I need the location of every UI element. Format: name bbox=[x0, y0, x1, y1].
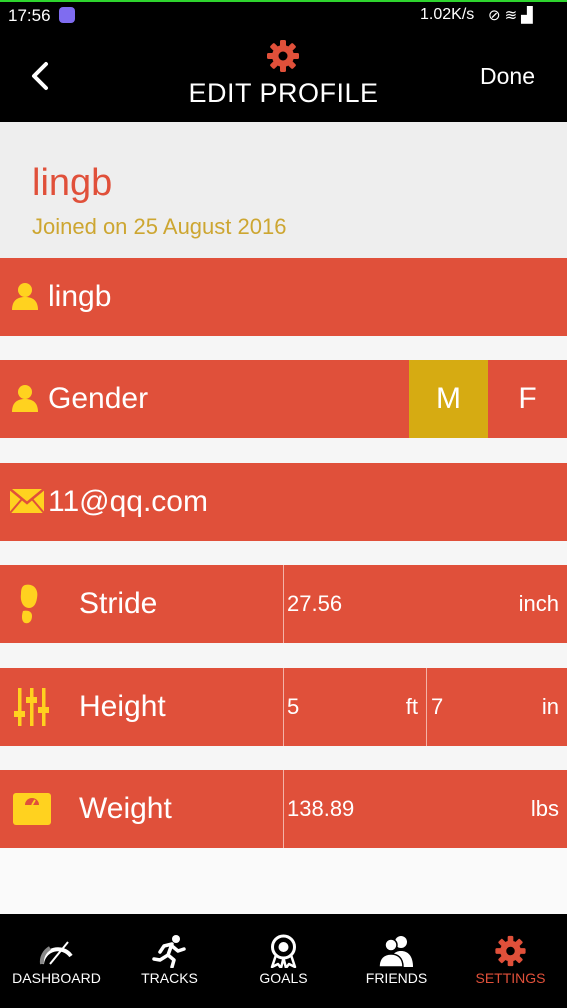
email-field[interactable]: 11@qq.com bbox=[48, 485, 208, 519]
gender-female-toggle[interactable]: F bbox=[488, 360, 567, 438]
height-inches-unit: in bbox=[541, 694, 559, 719]
signal-icon: ▟ bbox=[521, 7, 537, 24]
scale-icon bbox=[13, 793, 51, 825]
username-field[interactable]: lingb bbox=[48, 280, 111, 314]
app-notification-icon bbox=[59, 7, 75, 23]
tab-label: TRACKS bbox=[141, 970, 198, 986]
status-time: 17:56 bbox=[8, 6, 51, 25]
email-row[interactable]: 11@qq.com bbox=[0, 463, 567, 541]
runner-icon bbox=[152, 935, 186, 968]
status-network-speed: 1.02K/s bbox=[420, 6, 475, 23]
tab-settings[interactable]: SETTINGS bbox=[454, 914, 567, 1008]
tab-tracks[interactable]: TRACKS bbox=[113, 914, 226, 1008]
weight-label: Weight bbox=[79, 792, 172, 825]
column-divider bbox=[283, 668, 284, 746]
height-label: Height bbox=[79, 690, 166, 723]
award-icon bbox=[270, 934, 297, 968]
status-system-icons: ⊘≋▟ bbox=[488, 6, 537, 24]
app-header: EDIT PROFILE Done bbox=[0, 30, 567, 122]
content-empty-area bbox=[0, 848, 567, 914]
tab-goals[interactable]: GOALS bbox=[227, 914, 340, 1008]
tab-label: FRIENDS bbox=[365, 970, 428, 986]
tab-friends[interactable]: FRIENDS bbox=[340, 914, 453, 1008]
gear-icon bbox=[267, 40, 299, 72]
row-spacer bbox=[0, 438, 567, 463]
tab-label: SETTINGS bbox=[475, 970, 546, 986]
column-divider bbox=[283, 770, 284, 848]
row-spacer bbox=[0, 541, 567, 565]
height-row: Height 5 ft 7 in bbox=[0, 668, 567, 746]
joined-date: Joined on 25 August 2016 bbox=[32, 214, 287, 239]
stride-unit: inch bbox=[518, 591, 559, 616]
height-feet-unit: ft bbox=[405, 694, 418, 719]
username-row[interactable]: lingb bbox=[0, 258, 567, 336]
gender-row: Gender M F bbox=[0, 360, 567, 438]
column-divider bbox=[283, 565, 284, 643]
status-accent-line bbox=[0, 0, 567, 2]
weight-input[interactable]: 138.89 bbox=[287, 796, 354, 822]
height-feet-input[interactable]: 5 bbox=[287, 694, 299, 720]
tab-dashboard[interactable]: DASHBOARD bbox=[0, 914, 113, 1008]
envelope-icon bbox=[9, 488, 45, 514]
tab-label: GOALS bbox=[259, 970, 308, 986]
status-bar: 17:56 1.02K/s ⊘≋▟ bbox=[0, 0, 567, 30]
gender-label: Gender bbox=[48, 382, 149, 415]
alarm-off-icon: ⊘ bbox=[488, 7, 505, 24]
person-icon bbox=[12, 283, 38, 310]
bottom-tab-bar: DASHBOARD TRACKS GOALS FRIENDS SETTINGS bbox=[0, 914, 567, 1008]
column-divider bbox=[426, 668, 427, 746]
row-spacer bbox=[0, 746, 567, 770]
person-icon bbox=[12, 385, 38, 412]
friends-icon bbox=[378, 936, 413, 968]
weight-row: Weight 138.89 lbs bbox=[0, 770, 567, 848]
stride-label: Stride bbox=[79, 587, 158, 620]
height-inches-input[interactable]: 7 bbox=[431, 694, 443, 720]
row-spacer bbox=[0, 643, 567, 668]
tab-label: DASHBOARD bbox=[12, 970, 101, 986]
profile-panel: lingb Joined on 25 August 2016 bbox=[0, 122, 567, 258]
sliders-icon bbox=[14, 688, 49, 726]
done-button[interactable]: Done bbox=[480, 63, 535, 90]
row-spacer bbox=[0, 336, 567, 360]
gender-male-toggle[interactable]: M bbox=[409, 360, 488, 438]
stride-row: Stride 27.56 inch bbox=[0, 565, 567, 643]
speedometer-icon bbox=[39, 941, 73, 965]
profile-name: lingb bbox=[32, 162, 113, 204]
gear-icon bbox=[495, 935, 526, 967]
footprint-icon bbox=[20, 584, 38, 624]
weight-unit: lbs bbox=[530, 796, 559, 821]
wifi-icon: ≋ bbox=[504, 7, 522, 24]
stride-input[interactable]: 27.56 bbox=[287, 591, 342, 617]
